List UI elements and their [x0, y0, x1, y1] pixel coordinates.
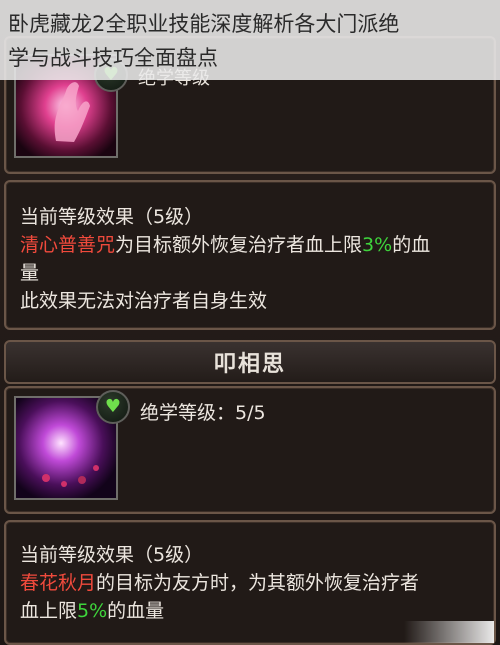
article-title-overlay: 卧虎藏龙2全职业技能深度解析各大门派绝 学与战斗技巧全面盘点	[0, 0, 500, 80]
skill2-icon-panel: ♥ 绝学等级：5/5	[4, 386, 496, 514]
skill2-desc-line2: 血上限5%的血量	[20, 596, 164, 623]
skill1-desc-b: 的血	[392, 234, 431, 256]
game-skill-window: ♥ 绝学等级 当前等级效果（5级） 清心普善咒为目标额外恢复治疗者血上限3%的血…	[0, 0, 500, 645]
skill2-title-bar: 叩相思	[4, 340, 496, 384]
article-title-line1: 卧虎藏龙2全职业技能深度解析各大门派绝	[8, 12, 400, 36]
skill2-desc-b: 血上限	[20, 600, 78, 622]
skill1-desc-line2: 量	[20, 262, 40, 284]
skill1-desc-line3: 此效果无法对治疗者自身生效	[20, 290, 268, 312]
green-heart-icon: ♥	[96, 390, 130, 424]
skill2-effect-header: 当前等级效果（5级）	[20, 544, 204, 566]
skill1-desc-a: 为目标额外恢复治疗者血上限	[115, 234, 363, 256]
skill2-desc-line1: 春花秋月的目标为友方时，为其额外恢复治疗者	[20, 568, 419, 595]
skill1-effect-header: 当前等级效果（5级）	[20, 206, 204, 228]
skill1-desc-line1: 清心普善咒为目标额外恢复治疗者血上限3%的血	[20, 230, 430, 257]
skill2-percent: 5%	[77, 600, 108, 622]
skill2-level: 绝学等级：5/5	[140, 402, 266, 424]
skill1-name: 清心普善咒	[20, 234, 116, 256]
skill2-desc-c: 的血量	[107, 600, 165, 622]
skill1-description-panel: 当前等级效果（5级） 清心普善咒为目标额外恢复治疗者血上限3%的血 量 此效果无…	[4, 180, 496, 330]
article-title-line2: 学与战斗技巧全面盘点	[8, 46, 218, 70]
skill2-title: 叩相思	[213, 351, 286, 377]
watermark	[404, 621, 494, 643]
skill2-name: 春花秋月	[20, 572, 97, 594]
skill2-desc-a: 的目标为友方时，为其额外恢复治疗者	[96, 572, 420, 594]
skill1-percent: 3%	[362, 234, 393, 256]
